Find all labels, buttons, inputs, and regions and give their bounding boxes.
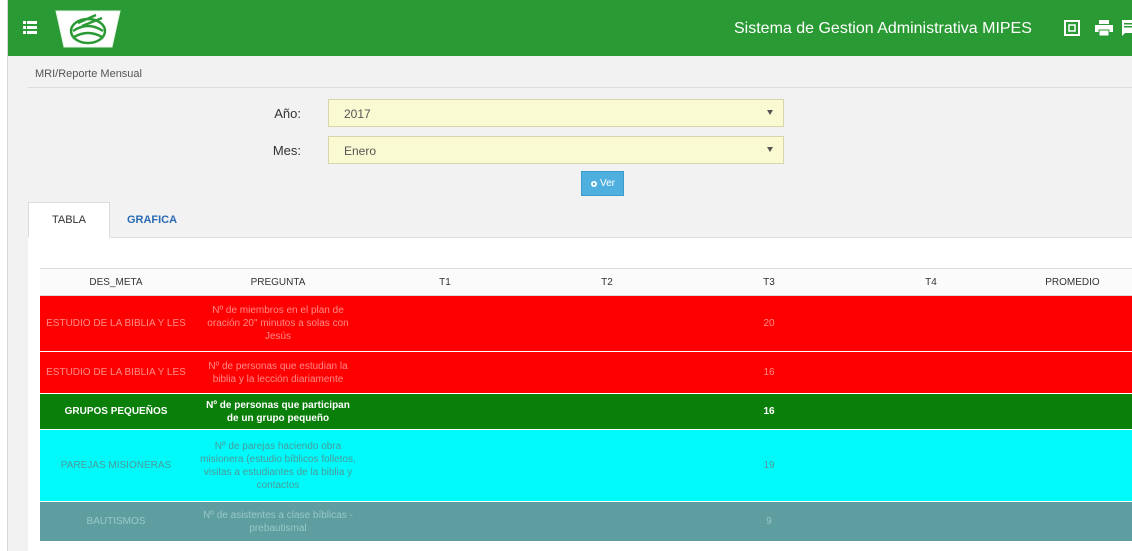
table-header-row: DES_META PREGUNTA T1 T2 T3 T4 PROMEDIO	[40, 268, 1132, 296]
col-header-promedio[interactable]: PROMEDIO	[1012, 268, 1132, 296]
app-frame: Sistema de Gestion Administrativa MIPES …	[7, 0, 1132, 551]
month-select-value: Enero	[344, 144, 377, 158]
tab-tabla[interactable]: TABLA	[28, 202, 110, 238]
cell-des-meta: ESTUDIO DE LA BIBLIA Y LES	[40, 351, 192, 394]
report-table: DES_META PREGUNTA T1 T2 T3 T4 PROMEDIO E…	[40, 268, 1132, 542]
col-header-des-meta[interactable]: DES_META	[40, 268, 192, 296]
cell-des-meta: GRUPOS PEQUEÑOS	[40, 393, 192, 430]
col-header-t1[interactable]: T1	[364, 268, 526, 296]
cell-promedio	[1012, 501, 1132, 542]
cell-des-meta: BAUTISMOS	[40, 501, 192, 542]
cell-des-meta: PAREJAS MISIONERAS	[40, 429, 192, 502]
cell-t1	[364, 351, 526, 394]
cell-t3: 19	[688, 429, 850, 502]
cell-t4	[850, 351, 1012, 394]
cell-t2	[526, 501, 688, 542]
print-icon[interactable]	[1095, 20, 1113, 36]
cell-promedio	[1012, 429, 1132, 502]
breadcrumb: MRI/Reporte Mensual	[35, 68, 142, 80]
cell-pregunta: Nº de asistentes a clase bíblicas - preb…	[192, 501, 364, 542]
cell-pregunta: Nº de parejas haciendo obra misionera (e…	[192, 429, 364, 502]
cell-t1	[364, 501, 526, 542]
cell-t4	[850, 429, 1012, 502]
cell-t3: 16	[688, 393, 850, 430]
cell-t3: 20	[688, 295, 850, 352]
ver-button[interactable]: Ver	[581, 171, 624, 196]
cell-t1	[364, 295, 526, 352]
table-row: ESTUDIO DE LA BIBLIA Y LES Nº de miembro…	[40, 295, 1132, 352]
cell-t3: 9	[688, 501, 850, 542]
cell-pregunta: Nº de personas que participan de un grup…	[192, 393, 364, 430]
table-row: BAUTISMOS Nº de asistentes a clase bíbli…	[40, 501, 1132, 542]
year-label: Año:	[274, 106, 301, 121]
table-row: ESTUDIO DE LA BIBLIA Y LES Nº de persona…	[40, 351, 1132, 394]
cell-t4	[850, 295, 1012, 352]
col-header-t4[interactable]: T4	[850, 268, 1012, 296]
month-label: Mes:	[272, 143, 301, 158]
cell-t1	[364, 393, 526, 430]
col-header-t3[interactable]: T3	[688, 268, 850, 296]
cell-t4	[850, 393, 1012, 430]
fullscreen-icon[interactable]	[1064, 20, 1080, 36]
cell-t4	[850, 501, 1012, 542]
menu-icon[interactable]	[23, 21, 37, 34]
year-select-value: 2017	[344, 107, 371, 121]
chevron-down-icon	[767, 110, 773, 115]
col-header-t2[interactable]: T2	[526, 268, 688, 296]
chevron-down-icon	[767, 147, 773, 152]
cell-t2	[526, 393, 688, 430]
app-title: Sistema de Gestion Administrativa MIPES	[734, 20, 1032, 37]
chat-icon[interactable]	[1122, 20, 1132, 36]
table-row: PAREJAS MISIONERAS Nº de parejas haciend…	[40, 429, 1132, 502]
divider	[28, 87, 1132, 88]
col-header-pregunta[interactable]: PREGUNTA	[192, 268, 364, 296]
cell-t2	[526, 429, 688, 502]
logo-bible-icon	[55, 10, 121, 48]
cell-t2	[526, 295, 688, 352]
cell-t1	[364, 429, 526, 502]
ver-button-label: Ver	[599, 178, 615, 189]
cell-promedio	[1012, 393, 1132, 430]
cell-des-meta: ESTUDIO DE LA BIBLIA Y LES	[40, 295, 192, 352]
cell-promedio	[1012, 295, 1132, 352]
table-row: GRUPOS PEQUEÑOS Nº de personas que parti…	[40, 393, 1132, 430]
year-select[interactable]: 2017	[328, 99, 784, 127]
cell-pregunta: Nº de personas que estudian la biblia y …	[192, 351, 364, 394]
cell-t3: 16	[688, 351, 850, 394]
tab-grafica[interactable]: GRAFICA	[110, 202, 194, 238]
cell-t2	[526, 351, 688, 394]
gear-icon	[590, 180, 597, 187]
month-select[interactable]: Enero	[328, 136, 784, 164]
top-navbar: Sistema de Gestion Administrativa MIPES	[8, 0, 1132, 56]
cell-pregunta: Nº de miembros en el plan de oración 20"…	[192, 295, 364, 352]
cell-promedio	[1012, 351, 1132, 394]
